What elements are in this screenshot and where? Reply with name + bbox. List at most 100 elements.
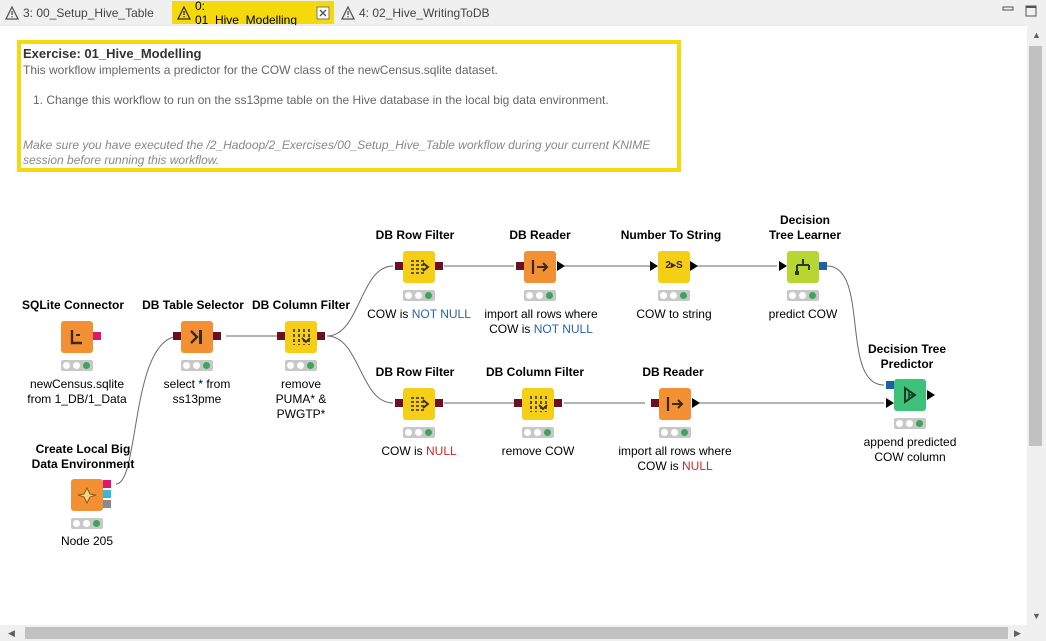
output-port-hdfs[interactable] [103,490,111,498]
node-status [894,418,926,429]
vertical-scroll-thumb[interactable] [1029,46,1042,446]
node-title-db-row-filter-bottom: DB Row Filter [375,365,455,379]
output-port[interactable] [435,399,443,407]
db-reader-icon [531,260,549,274]
number-to-string-icon: 2▸S [665,260,683,271]
column-filter-icon [293,329,311,345]
tab-hive-modelling[interactable]: 0: 01_Hive_Modelling [172,0,334,27]
tree-predictor-icon [904,386,917,404]
db-column-filter-2-node[interactable] [522,388,554,420]
input-port[interactable] [395,399,403,407]
data-input-port[interactable] [886,398,894,408]
node-label: remove COW [501,444,575,458]
tab-hive-writing-to-db[interactable]: 4: 02_Hive_WritingToDB [336,1,496,24]
node-title-db-column-filter: DB Column Filter [252,298,350,312]
node-status [403,427,435,438]
scroll-down-icon[interactable]: ▼ [1032,611,1041,621]
tab-setup-hive-table[interactable]: 3: 00_Setup_Hive_Table [0,1,168,24]
node-status [403,290,435,301]
output-port[interactable] [435,262,443,270]
node-title-db-reader-top: DB Reader [509,228,571,242]
node-label: COW is NULL [381,444,457,458]
node-status [787,290,819,301]
node-title-decision-tree-learner: Decision Tree Learner [768,213,842,242]
db-connector-icon [70,330,82,345]
output-port[interactable] [317,332,325,340]
node-label: COW is NOT NULL [367,307,471,321]
input-port[interactable] [395,262,403,270]
decision-tree-learner-node[interactable] [787,251,819,283]
close-icon[interactable] [316,6,330,20]
warning-icon [341,5,355,20]
db-reader-bottom-node[interactable] [659,388,691,420]
output-port-spark[interactable] [103,500,111,508]
row-filter-icon [411,260,430,274]
tab-label: 0: 01_Hive_Modelling [194,0,298,27]
input-port[interactable] [173,332,181,340]
node-status [522,427,554,438]
node-title-db-column-filter-2: DB Column Filter [486,365,584,379]
node-label: import all rows where COW is NULL [618,444,732,473]
node-label: select * from ss13pme [163,377,231,406]
scroll-left-icon[interactable]: ◀ [8,628,15,639]
db-reader-top-node[interactable] [524,251,556,283]
editor-tab-bar: 3: 00_Setup_Hive_Table 0: 01_Hive_Modell… [0,0,1046,27]
create-local-big-data-node[interactable] [71,479,103,511]
node-status [659,427,691,438]
node-title-db-table-selector: DB Table Selector [142,298,244,312]
maximize-icon[interactable] [1024,4,1038,18]
db-reader-icon [666,397,684,411]
node-status [658,290,690,301]
row-filter-icon [411,397,430,411]
node-status [285,360,317,371]
output-port[interactable] [557,261,565,271]
node-label: predict COW [768,307,838,321]
scrollbar-corner [1027,625,1046,641]
model-input-port[interactable] [886,381,894,389]
warning-icon [5,5,19,20]
input-port[interactable] [651,399,659,407]
number-to-string-node[interactable]: 2▸S [658,251,690,283]
node-status [61,360,93,371]
output-port[interactable] [690,261,698,271]
node-title-db-row-filter-top: DB Row Filter [375,228,455,242]
output-port[interactable] [554,399,562,407]
scroll-right-icon[interactable]: ▶ [1014,628,1021,639]
input-port[interactable] [650,261,658,271]
node-title-sqlite-connector: SQLite Connector [21,298,124,312]
input-port[interactable] [277,332,285,340]
node-label: import all rows where COW is NOT NULL [484,307,598,336]
sqlite-connector-node[interactable] [61,321,93,353]
workflow-canvas[interactable]: Exercise: 01_Hive_Modelling This workflo… [0,25,1027,626]
db-row-filter-bottom-node[interactable] [403,388,435,420]
node-label: Node 205 [60,534,114,548]
minimize-icon[interactable] [1001,4,1015,18]
node-label: remove PUMA* & PWGTP* [275,377,327,421]
node-label: COW to string [636,307,712,321]
db-row-filter-top-node[interactable] [403,251,435,283]
node-title-local-big-data: Create Local Big Data Environment [31,442,135,471]
node-status [71,518,103,529]
db-column-filter-node[interactable] [285,321,317,353]
output-port-db[interactable] [103,480,111,488]
decision-tree-predictor-node[interactable] [894,379,926,411]
horizontal-scroll-thumb[interactable] [25,627,1008,639]
output-port[interactable] [927,390,935,400]
input-port[interactable] [514,399,522,407]
output-port[interactable] [93,332,101,340]
node-label: newCensus.sqlite from 1_DB/1_Data [27,377,127,406]
node-status [181,360,213,371]
input-port[interactable] [516,262,524,270]
tab-label: 4: 02_Hive_WritingToDB [359,5,490,20]
column-filter-icon [530,396,548,412]
tab-label: 3: 00_Setup_Hive_Table [23,5,154,20]
output-port[interactable] [692,398,700,408]
db-table-selector-node[interactable] [181,321,213,353]
node-title-db-reader-bottom: DB Reader [642,365,704,379]
scroll-up-icon[interactable]: ▲ [1032,30,1041,40]
output-port[interactable] [213,332,221,340]
model-output-port[interactable] [819,262,827,270]
node-status [524,290,556,301]
node-title-number-to-string: Number To String [620,228,722,242]
input-port[interactable] [779,261,787,271]
